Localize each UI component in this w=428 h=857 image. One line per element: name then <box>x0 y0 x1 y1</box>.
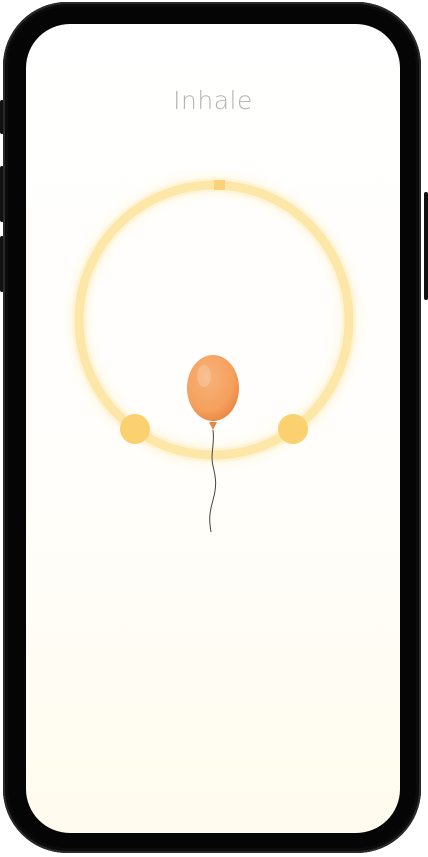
ring-top-marker <box>214 180 225 190</box>
ring-knob-left[interactable] <box>120 414 150 444</box>
power-button <box>424 192 428 300</box>
balloon-string <box>209 429 217 533</box>
ring-knob-right[interactable] <box>278 414 308 444</box>
breathing-exercise <box>72 178 356 533</box>
balloon <box>187 355 239 421</box>
device: Inhale <box>0 0 428 857</box>
app-screen: Inhale <box>26 24 400 833</box>
balloon-knot <box>209 422 217 430</box>
balloon-highlight <box>197 365 211 387</box>
